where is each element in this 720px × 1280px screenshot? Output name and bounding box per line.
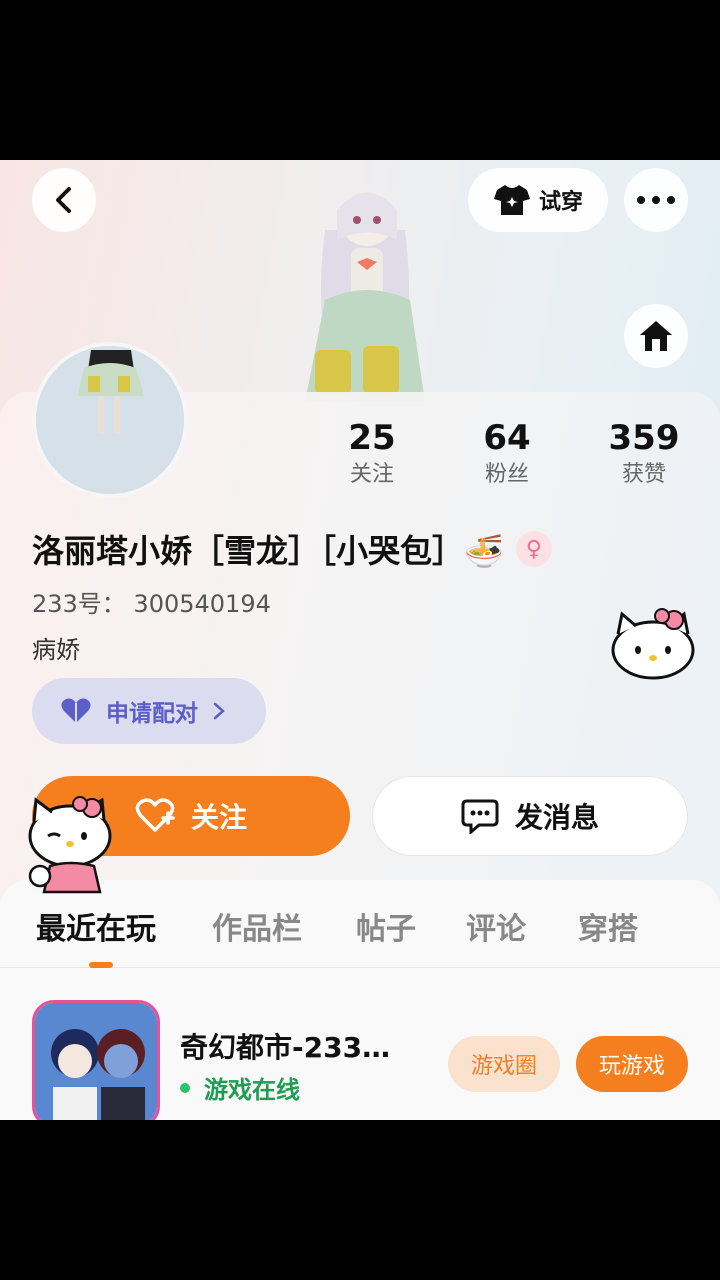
tshirt-icon: [493, 185, 530, 215]
user-id[interactable]: 233号： 300540194: [32, 584, 271, 619]
chevron-right-icon: [213, 702, 225, 720]
game-status: 游戏在线: [180, 1070, 300, 1105]
try-on-button[interactable]: 试穿: [468, 168, 608, 232]
content-panel: 最近在玩 作品栏 帖子 评论 穿搭 奇幻都市-233… 游戏在线 游戏圈 玩游戏: [0, 880, 720, 1120]
avatar-image: [36, 346, 184, 494]
play-game-button[interactable]: 玩游戏: [576, 1036, 688, 1092]
hello-kitty-wink-sticker: [28, 796, 112, 894]
profile-screen: 试穿 25 关注 64 粉丝 359 获赞 洛丽塔小娇［雪龙］［小哭包］🍜 ♀ …: [0, 160, 720, 1120]
chevron-left-icon: [56, 187, 71, 213]
tab-outfits[interactable]: 穿搭: [578, 904, 638, 948]
game-status-label: 游戏在线: [204, 1076, 300, 1104]
recent-game-item[interactable]: 奇幻都市-233… 游戏在线 游戏圈 玩游戏: [0, 1000, 720, 1120]
following-label: 关注: [349, 462, 394, 487]
tab-works[interactable]: 作品栏: [212, 904, 302, 948]
heart-plus-icon: [135, 798, 175, 832]
tab-comments[interactable]: 评论: [466, 904, 526, 948]
active-tab-indicator: [89, 962, 113, 968]
following-count: 25: [348, 418, 396, 458]
pair-request-label: 申请配对: [106, 701, 198, 727]
game-title: 奇幻都市-233…: [180, 1031, 391, 1064]
female-icon: ♀: [515, 531, 552, 567]
tab-recently-played[interactable]: 最近在玩: [36, 904, 156, 948]
home-button[interactable]: [624, 304, 688, 368]
pair-request-button[interactable]: 申请配对: [32, 678, 266, 744]
avatar[interactable]: [32, 342, 188, 498]
follow-label: 关注: [190, 801, 247, 834]
send-message-label: 发消息: [514, 801, 599, 834]
game-cover-image: [35, 1003, 157, 1120]
game-icon[interactable]: [32, 1000, 160, 1120]
stat-following[interactable]: 25 关注: [317, 418, 427, 492]
game-circle-button[interactable]: 游戏圈: [448, 1036, 560, 1092]
followers-label: 粉丝: [484, 462, 529, 487]
home-icon: [640, 321, 672, 351]
tab-posts[interactable]: 帖子: [356, 904, 416, 948]
more-button[interactable]: [624, 168, 688, 232]
chat-bubble-icon: [461, 799, 499, 834]
user-bio: 病娇: [32, 636, 80, 664]
send-message-button[interactable]: 发消息: [372, 776, 688, 856]
hello-kitty-sticker: [611, 608, 695, 680]
likes-count: 359: [608, 418, 680, 458]
heart-pair-icon: [61, 698, 91, 723]
try-on-label: 试穿: [538, 190, 583, 215]
profile-name-row: 洛丽塔小娇［雪龙］［小哭包］🍜 ♀: [32, 526, 552, 572]
profile-name: 洛丽塔小娇［雪龙］［小哭包］🍜: [32, 532, 504, 570]
online-dot-icon: [180, 1082, 190, 1093]
back-button[interactable]: [32, 168, 96, 232]
more-horizontal-icon: [637, 196, 675, 204]
character-figure: [305, 190, 425, 402]
likes-label: 获赞: [621, 462, 666, 487]
stat-followers[interactable]: 64 粉丝: [452, 418, 562, 492]
followers-count: 64: [483, 418, 531, 458]
stat-likes[interactable]: 359 获赞: [589, 418, 699, 492]
